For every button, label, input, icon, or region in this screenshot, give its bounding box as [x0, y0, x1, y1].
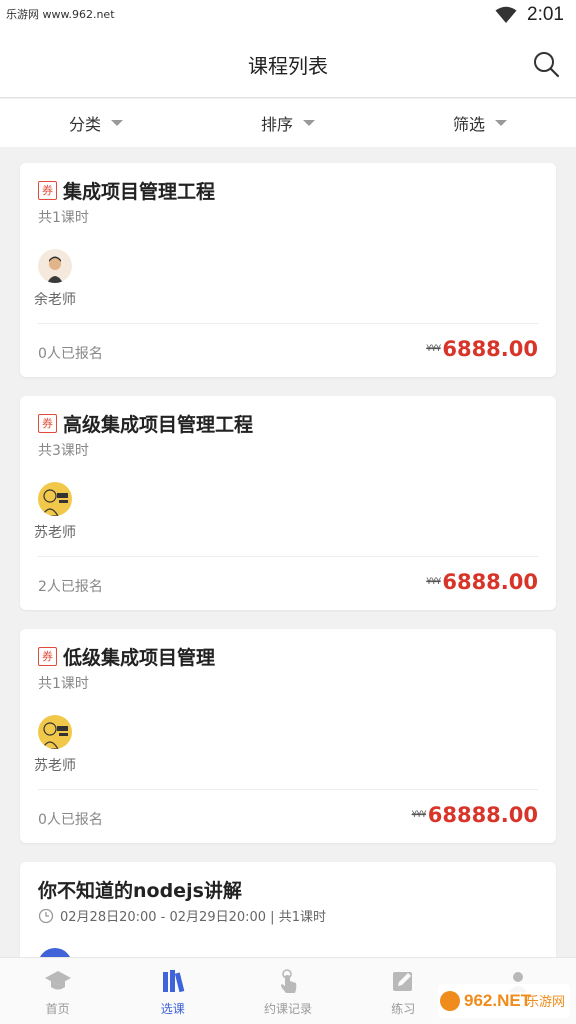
teacher-name: 苏老师	[34, 525, 76, 541]
filter-category[interactable]: 分类	[0, 99, 192, 147]
lesson-count: 共1课时	[38, 676, 89, 692]
price: 6888.00	[442, 337, 538, 361]
filter-screen[interactable]: 筛选	[384, 99, 576, 147]
teacher-avatar	[38, 482, 72, 516]
enrolled-count: 2人已报名	[38, 579, 103, 595]
status-icons: 2:01	[495, 2, 564, 28]
price: 68888.00	[427, 803, 538, 827]
course-card[interactable]: 券 高级集成项目管理工程 共3课时 苏老师 2人已报名 ¥¥¥ 6888.00	[20, 396, 556, 610]
teacher-avatar	[38, 948, 72, 957]
books-icon	[162, 970, 185, 993]
tab-label: 约课记录	[264, 1002, 313, 1016]
filter-label: 筛选	[452, 115, 485, 134]
original-price: ¥¥¥	[426, 344, 441, 354]
price-block: ¥¥¥ 68888.00	[412, 803, 538, 827]
teacher-avatar	[38, 715, 72, 749]
schedule-row: 02月28日20:00 - 02月29日20:00 | 共1课时	[38, 906, 326, 925]
course-title-row: 你不知道的nodejs讲解	[38, 876, 242, 903]
teacher-avatar	[38, 249, 72, 283]
course-title: 高级集成项目管理工程	[63, 414, 254, 436]
divider	[38, 556, 538, 557]
original-price: ¥¥¥	[426, 577, 441, 587]
price-block: ¥¥¥ 6888.00	[426, 337, 538, 361]
course-list: 券 集成项目管理工程 共1课时 余老师 0人已报名 ¥¥¥ 6888.00 券 …	[0, 147, 576, 957]
course-card[interactable]: 你不知道的nodejs讲解 02月28日20:00 - 02月29日20:00 …	[20, 862, 556, 957]
pencil-square-icon	[393, 972, 413, 991]
course-title-row: 券 低级集成项目管理	[38, 643, 215, 670]
enrolled-count: 0人已报名	[38, 346, 103, 362]
page-title: 课程列表	[248, 54, 328, 78]
lesson-count: 共1课时	[38, 210, 89, 226]
course-card[interactable]: 券 集成项目管理工程 共1课时 余老师 0人已报名 ¥¥¥ 6888.00	[20, 163, 556, 377]
watermark-logo: 962.NET 乐游网	[438, 984, 570, 1018]
course-title-row: 券 集成项目管理工程	[38, 177, 215, 204]
coupon-badge: 券	[38, 647, 57, 666]
clock-icon	[38, 908, 54, 923]
caret-down-icon	[303, 120, 315, 126]
search-icon[interactable]	[532, 50, 560, 78]
watermark-main: 962.NET	[464, 991, 532, 1010]
wifi-icon	[495, 6, 517, 23]
status-bar: 乐游网 www.962.net 2:01	[0, 0, 576, 30]
price-block: ¥¥¥ 6888.00	[426, 570, 538, 594]
course-title: 集成项目管理工程	[63, 181, 216, 203]
coupon-badge: 券	[38, 181, 57, 200]
watermark-text: 乐游网 www.962.net	[6, 8, 115, 21]
coupon-badge: 券	[38, 414, 57, 433]
teacher-name: 余老师	[34, 292, 76, 308]
caret-down-icon	[495, 120, 507, 126]
teacher-name: 苏老师	[34, 758, 76, 774]
filter-label: 分类	[68, 115, 101, 134]
tab-label: 选课	[160, 1002, 185, 1016]
tab-label: 首页	[45, 1002, 70, 1016]
divider	[38, 789, 538, 790]
tab-courses[interactable]: 选课	[115, 958, 230, 1024]
course-card[interactable]: 券 低级集成项目管理 共1课时 苏老师 0人已报名 ¥¥¥ 68888.00	[20, 629, 556, 843]
original-price: ¥¥¥	[411, 810, 427, 820]
filter-bar: 分类 排序 筛选	[0, 99, 576, 147]
course-title: 你不知道的nodejs讲解	[38, 880, 242, 902]
tab-label: 练习	[391, 1002, 416, 1016]
divider	[38, 323, 538, 324]
lesson-count: 共3课时	[38, 443, 89, 459]
price: 6888.00	[442, 570, 538, 594]
tab-bookings[interactable]: 约课记录	[230, 958, 345, 1024]
course-title: 低级集成项目管理	[63, 647, 216, 669]
app-header: 课程列表	[0, 30, 576, 98]
filter-sort[interactable]: 排序	[192, 99, 384, 147]
filter-label: 排序	[260, 115, 293, 134]
tab-home[interactable]: 首页	[0, 958, 115, 1024]
enrolled-count: 0人已报名	[38, 812, 103, 828]
hand-pointer-icon	[281, 969, 297, 993]
caret-down-icon	[111, 120, 123, 126]
schedule-text: 02月28日20:00 - 02月29日20:00 | 共1课时	[60, 910, 326, 925]
watermark-sub: 乐游网	[526, 995, 565, 1010]
course-title-row: 券 高级集成项目管理工程	[38, 410, 253, 437]
graduation-cap-icon	[44, 971, 71, 990]
clock: 2:01	[527, 4, 564, 25]
